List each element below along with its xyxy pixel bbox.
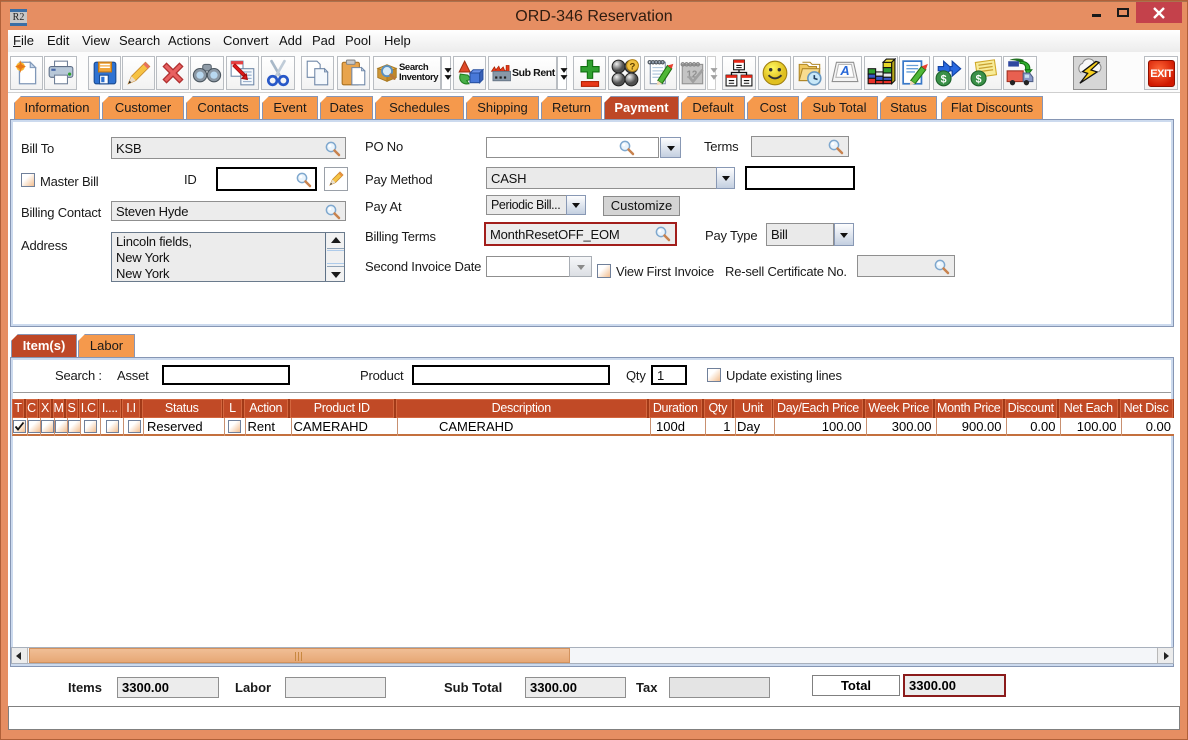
svg-text:$: $ [940,74,946,86]
svg-text:?: ? [629,61,635,72]
svg-text:$: $ [976,74,982,86]
svg-text:A: A [839,63,849,78]
